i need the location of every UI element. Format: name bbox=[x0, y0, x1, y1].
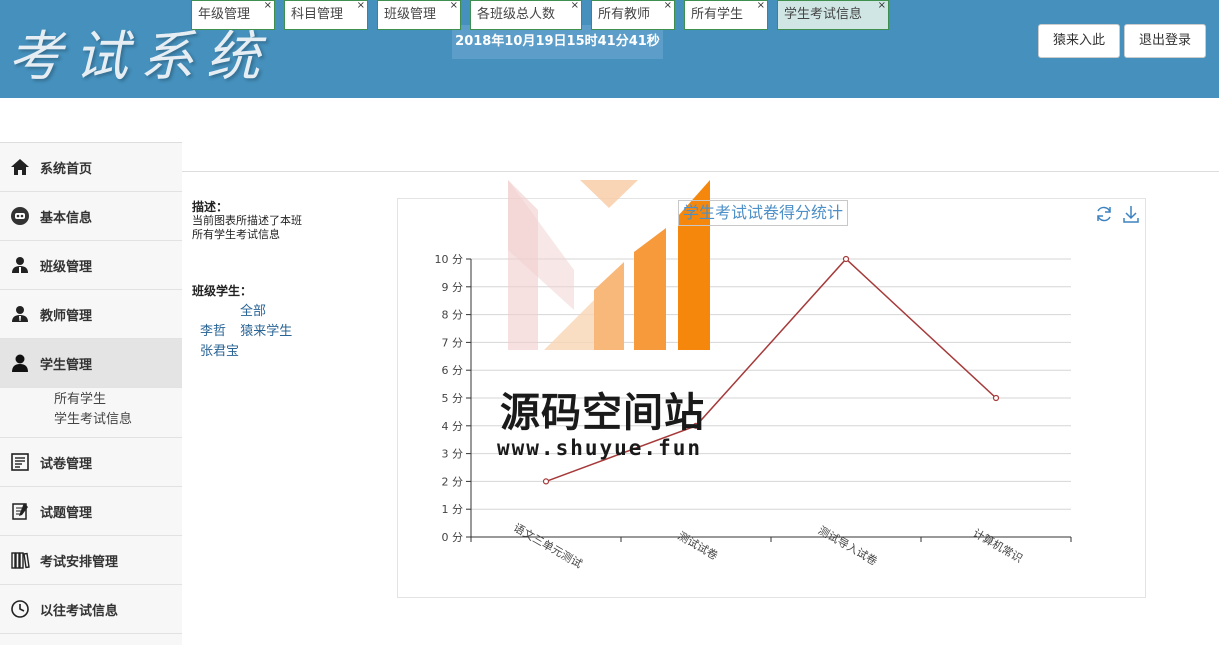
y-tick-label: 3 分 bbox=[442, 448, 464, 461]
y-tick-label: 5 分 bbox=[442, 392, 464, 405]
watermark-url: www.shuyue.fun bbox=[497, 436, 703, 460]
y-tick-label: 1 分 bbox=[442, 503, 464, 516]
y-tick-label: 8 分 bbox=[442, 309, 464, 322]
x-tick-label: 语文三单元测试 bbox=[511, 520, 585, 571]
refresh-icon[interactable] bbox=[1094, 204, 1114, 224]
y-tick-label: 9 分 bbox=[442, 281, 464, 294]
x-tick-label: 测试试卷 bbox=[675, 528, 720, 562]
data-point bbox=[542, 478, 550, 485]
data-point bbox=[992, 394, 1000, 402]
y-tick-label: 4 分 bbox=[442, 420, 464, 433]
chart-title: 学生考试试卷得分统计 bbox=[678, 200, 849, 226]
y-tick-label: 2 分 bbox=[442, 475, 464, 488]
y-tick-label: 6 分 bbox=[442, 364, 464, 377]
download-icon[interactable] bbox=[1121, 204, 1141, 224]
data-point bbox=[842, 255, 850, 263]
y-tick-label: 0 分 bbox=[442, 531, 464, 544]
x-tick-label: 计算机常识 bbox=[971, 526, 1026, 566]
y-tick-label: 7 分 bbox=[442, 336, 464, 349]
watermark-text: 源码空间站 bbox=[500, 390, 705, 436]
y-tick-label: 10 分 bbox=[435, 253, 464, 266]
x-tick-label: 测试导入试卷 bbox=[816, 523, 880, 568]
